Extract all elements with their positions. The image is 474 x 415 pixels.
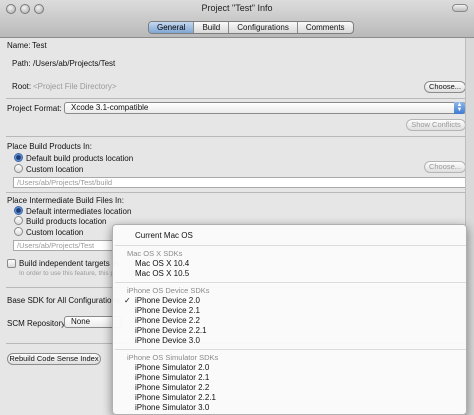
intermediates-default-radio[interactable] xyxy=(14,206,23,215)
tab-comments[interactable]: Comments xyxy=(298,22,353,33)
menu-item-iphone-device-2-1[interactable]: iPhone Device 2.1 xyxy=(113,306,466,316)
divider xyxy=(6,98,466,99)
build-products-custom-label[interactable]: Custom location xyxy=(26,165,83,174)
scm-repository-label: SCM Repository: xyxy=(7,319,68,328)
menu-item-iphone-device-3-0[interactable]: iPhone Device 3.0 xyxy=(113,336,466,346)
menu-separator xyxy=(115,349,466,350)
path-label: Path: xyxy=(12,59,31,68)
menu-item-iphone-simulator-3-0[interactable]: iPhone Simulator 3.0 xyxy=(113,403,466,413)
build-products-choose-button[interactable]: Choose... xyxy=(424,161,466,173)
menu-separator xyxy=(115,282,466,283)
divider xyxy=(6,192,466,193)
name-label: Name: xyxy=(7,41,31,50)
build-products-path-field[interactable]: /Users/ab/Projects/Test/build xyxy=(13,177,466,188)
root-choose-button[interactable]: Choose... xyxy=(424,81,466,93)
build-independent-label[interactable]: Build independent targets in xyxy=(19,259,118,268)
menu-item-iphone-simulator-2-1[interactable]: iPhone Simulator 2.1 xyxy=(113,373,466,383)
build-independent-note: In order to use this feature, this p xyxy=(19,270,115,277)
menu-header-iphone-simulator-sdks: iPhone OS Simulator SDKs xyxy=(127,353,219,362)
menu-item-iphone-device-2-2-1[interactable]: iPhone Device 2.2.1 xyxy=(113,326,466,336)
tab-general[interactable]: General xyxy=(149,22,195,33)
intermediates-heading: Place Intermediate Build Files In: xyxy=(7,196,124,205)
intermediates-path-field[interactable]: /Users/ab/Projects/Test xyxy=(13,240,113,251)
tab-configurations[interactable]: Configurations xyxy=(229,22,298,33)
menu-item-iphone-simulator-2-2-1[interactable]: iPhone Simulator 2.2.1 xyxy=(113,393,466,403)
project-format-value: Xcode 3.1-compatible xyxy=(71,103,149,112)
build-products-default-label[interactable]: Default build products location xyxy=(26,154,133,163)
tab-bar: General Build Configurations Comments xyxy=(148,21,354,34)
intermediates-build-products-radio[interactable] xyxy=(14,216,23,225)
checkmark-icon: ✓ xyxy=(124,296,131,305)
rebuild-code-sense-button[interactable]: Rebuild Code Sense Index xyxy=(7,353,101,365)
toolbar-toggle-button[interactable] xyxy=(452,4,468,12)
menu-item-iphone-simulator-2-2[interactable]: iPhone Simulator 2.2 xyxy=(113,383,466,393)
intermediates-custom-label[interactable]: Custom location xyxy=(26,228,83,237)
show-conflicts-button[interactable]: Show Conflicts xyxy=(406,119,466,131)
build-products-default-radio[interactable] xyxy=(14,153,23,162)
build-independent-checkbox[interactable] xyxy=(7,259,16,268)
base-sdk-label: Base SDK for All Configurations: xyxy=(7,296,123,305)
root-value[interactable]: <Project File Directory> xyxy=(33,82,117,91)
build-products-custom-radio[interactable] xyxy=(14,164,23,173)
menu-separator xyxy=(115,245,466,246)
build-products-heading: Place Build Products In: xyxy=(7,142,92,151)
root-label: Root: xyxy=(12,82,32,91)
divider xyxy=(6,136,466,137)
name-value: Test xyxy=(32,41,47,50)
menu-item-mac-os-x-10-5[interactable]: Mac OS X 10.5 xyxy=(113,269,466,279)
intermediates-default-label[interactable]: Default intermediates location xyxy=(26,207,131,216)
project-format-popup[interactable]: Xcode 3.1-compatible ▲ ▼ xyxy=(64,102,466,114)
menu-item-iphone-simulator-2-0[interactable]: iPhone Simulator 2.0 xyxy=(113,363,466,373)
path-value: /Users/ab/Projects/Test xyxy=(33,59,116,68)
intermediates-custom-radio[interactable] xyxy=(14,227,23,236)
intermediates-build-products-label[interactable]: Build products location xyxy=(26,217,107,226)
window-title: Project "Test" Info xyxy=(201,3,273,13)
menu-header-iphone-device-sdks: iPhone OS Device SDKs xyxy=(127,286,210,295)
menu-item-current-mac-os[interactable]: Current Mac OS xyxy=(113,231,466,241)
menu-item-mac-os-x-10-4[interactable]: Mac OS X 10.4 xyxy=(113,259,466,269)
project-format-label: Project Format: xyxy=(7,104,62,113)
popup-arrows-icon: ▲ ▼ xyxy=(454,102,465,114)
tab-build[interactable]: Build xyxy=(194,22,230,33)
menu-item-iphone-device-2-0[interactable]: ✓ iPhone Device 2.0 xyxy=(113,296,466,306)
base-sdk-menu: Current Mac OS Mac OS X SDKs Mac OS X 10… xyxy=(112,224,467,415)
menu-item-iphone-device-2-2[interactable]: iPhone Device 2.2 xyxy=(113,316,466,326)
scm-repository-value: None xyxy=(71,317,91,326)
menu-header-mac-os-x-sdks: Mac OS X SDKs xyxy=(127,249,183,258)
